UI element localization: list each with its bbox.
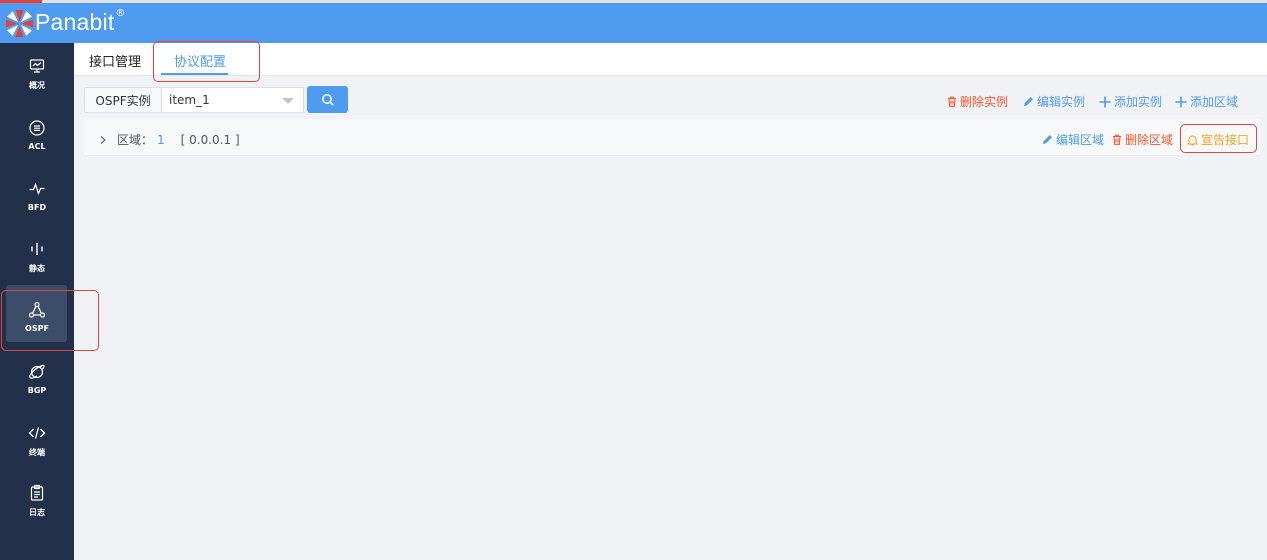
sidebar-item-overview[interactable]: 概况 (0, 57, 74, 117)
sidebar-item-label: OSPF (25, 324, 49, 333)
area-prefix: 区域： (117, 133, 154, 147)
trash-icon (1113, 134, 1121, 145)
registered-mark: ® (115, 7, 126, 19)
announce-interface-button[interactable]: 宣告接口 (1187, 131, 1249, 148)
planet-icon (29, 364, 45, 379)
app-logo[interactable]: Panabit ® (4, 7, 125, 39)
active-tab-indicator (161, 73, 228, 75)
add-instance-button[interactable]: 添加实例 (1099, 93, 1162, 110)
clipboard-icon (30, 484, 44, 501)
edit-instance-button[interactable]: 编辑实例 (1023, 93, 1085, 110)
instance-select-value: item_1 (169, 93, 210, 107)
caret-down-icon (282, 98, 294, 104)
bars-icon (31, 243, 43, 255)
instance-select[interactable]: item_1 (161, 87, 304, 113)
sidebar-item-label: 日志 (29, 508, 45, 517)
panabit-logo-icon (5, 9, 34, 37)
sidebar-item-label: BGP (27, 386, 47, 395)
sidebar-item-label: ACL (28, 142, 46, 151)
area-id: 1 (157, 132, 165, 147)
search-icon (321, 93, 334, 106)
corner-mark (0, 0, 42, 3)
sidebar-item-label: 概况 (29, 81, 45, 90)
edit-area-button[interactable]: 编辑区域 (1042, 131, 1104, 148)
area-summary: 区域： 1 [ 0.0.0.1 ] (98, 131, 240, 148)
sidebar-item-bfd[interactable]: BFD (0, 180, 74, 240)
area-row[interactable]: 区域： 1 [ 0.0.0.1 ] 编辑区域 删除区域 宣告接口 (84, 119, 1260, 156)
pulse-icon (29, 182, 45, 196)
add-area-label: 添加区域 (1190, 95, 1239, 109)
sidebar-item-label: 终端 (29, 448, 45, 457)
delete-area-label: 删除区域 (1125, 133, 1174, 147)
tab-bar: 接口管理 协议配置 (74, 43, 1267, 76)
pencil-icon (1043, 135, 1052, 144)
sidebar-item-acl[interactable]: ACL (0, 119, 74, 179)
plus-icon (1175, 96, 1187, 107)
sidebar-item-terminal[interactable]: 终端 (0, 424, 74, 484)
announce-interface-label: 宣告接口 (1201, 133, 1250, 147)
area-address: [ 0.0.0.1 ] (180, 132, 240, 147)
sidebar-item-label: 静态 (29, 264, 45, 273)
tab-interface-management[interactable]: 接口管理 (89, 51, 141, 70)
search-button[interactable] (307, 86, 348, 113)
delete-area-button[interactable]: 删除区域 (1112, 131, 1173, 148)
pencil-icon (1024, 97, 1033, 106)
plus-icon (1099, 96, 1111, 107)
edit-area-label: 编辑区域 (1056, 133, 1105, 147)
add-area-button[interactable]: 添加区域 (1175, 93, 1238, 110)
top-header: Panabit ® (0, 0, 1267, 43)
delete-instance-button[interactable]: 删除实例 (947, 93, 1008, 110)
toolbar: OSPF实例 item_1 删除实例 编辑实例 添加实例 添加区域 (74, 77, 1267, 117)
instance-select-label: OSPF实例 (84, 87, 161, 113)
sidebar-item-ospf[interactable]: OSPF (0, 285, 74, 361)
chevron-right-icon[interactable] (98, 135, 108, 145)
sidebar-item-log[interactable]: 日志 (0, 484, 74, 544)
code-icon (28, 427, 46, 439)
edit-instance-label: 编辑实例 (1037, 95, 1086, 109)
list-circle-icon (29, 120, 45, 136)
sidebar: 概况 ACL BFD 静态 OSPF BGP 终端 日志 (0, 43, 74, 560)
network-nodes-icon (28, 301, 46, 318)
tab-protocol-config[interactable]: 协议配置 (174, 51, 226, 70)
bell-icon (1187, 134, 1198, 146)
sidebar-item-label: BFD (27, 203, 47, 212)
logo-text: Panabit (35, 8, 115, 35)
add-instance-label: 添加实例 (1114, 95, 1163, 109)
trash-icon (948, 96, 956, 107)
sidebar-item-bgp[interactable]: BGP (0, 363, 74, 423)
delete-instance-label: 删除实例 (960, 95, 1009, 109)
monitor-icon (29, 59, 45, 73)
